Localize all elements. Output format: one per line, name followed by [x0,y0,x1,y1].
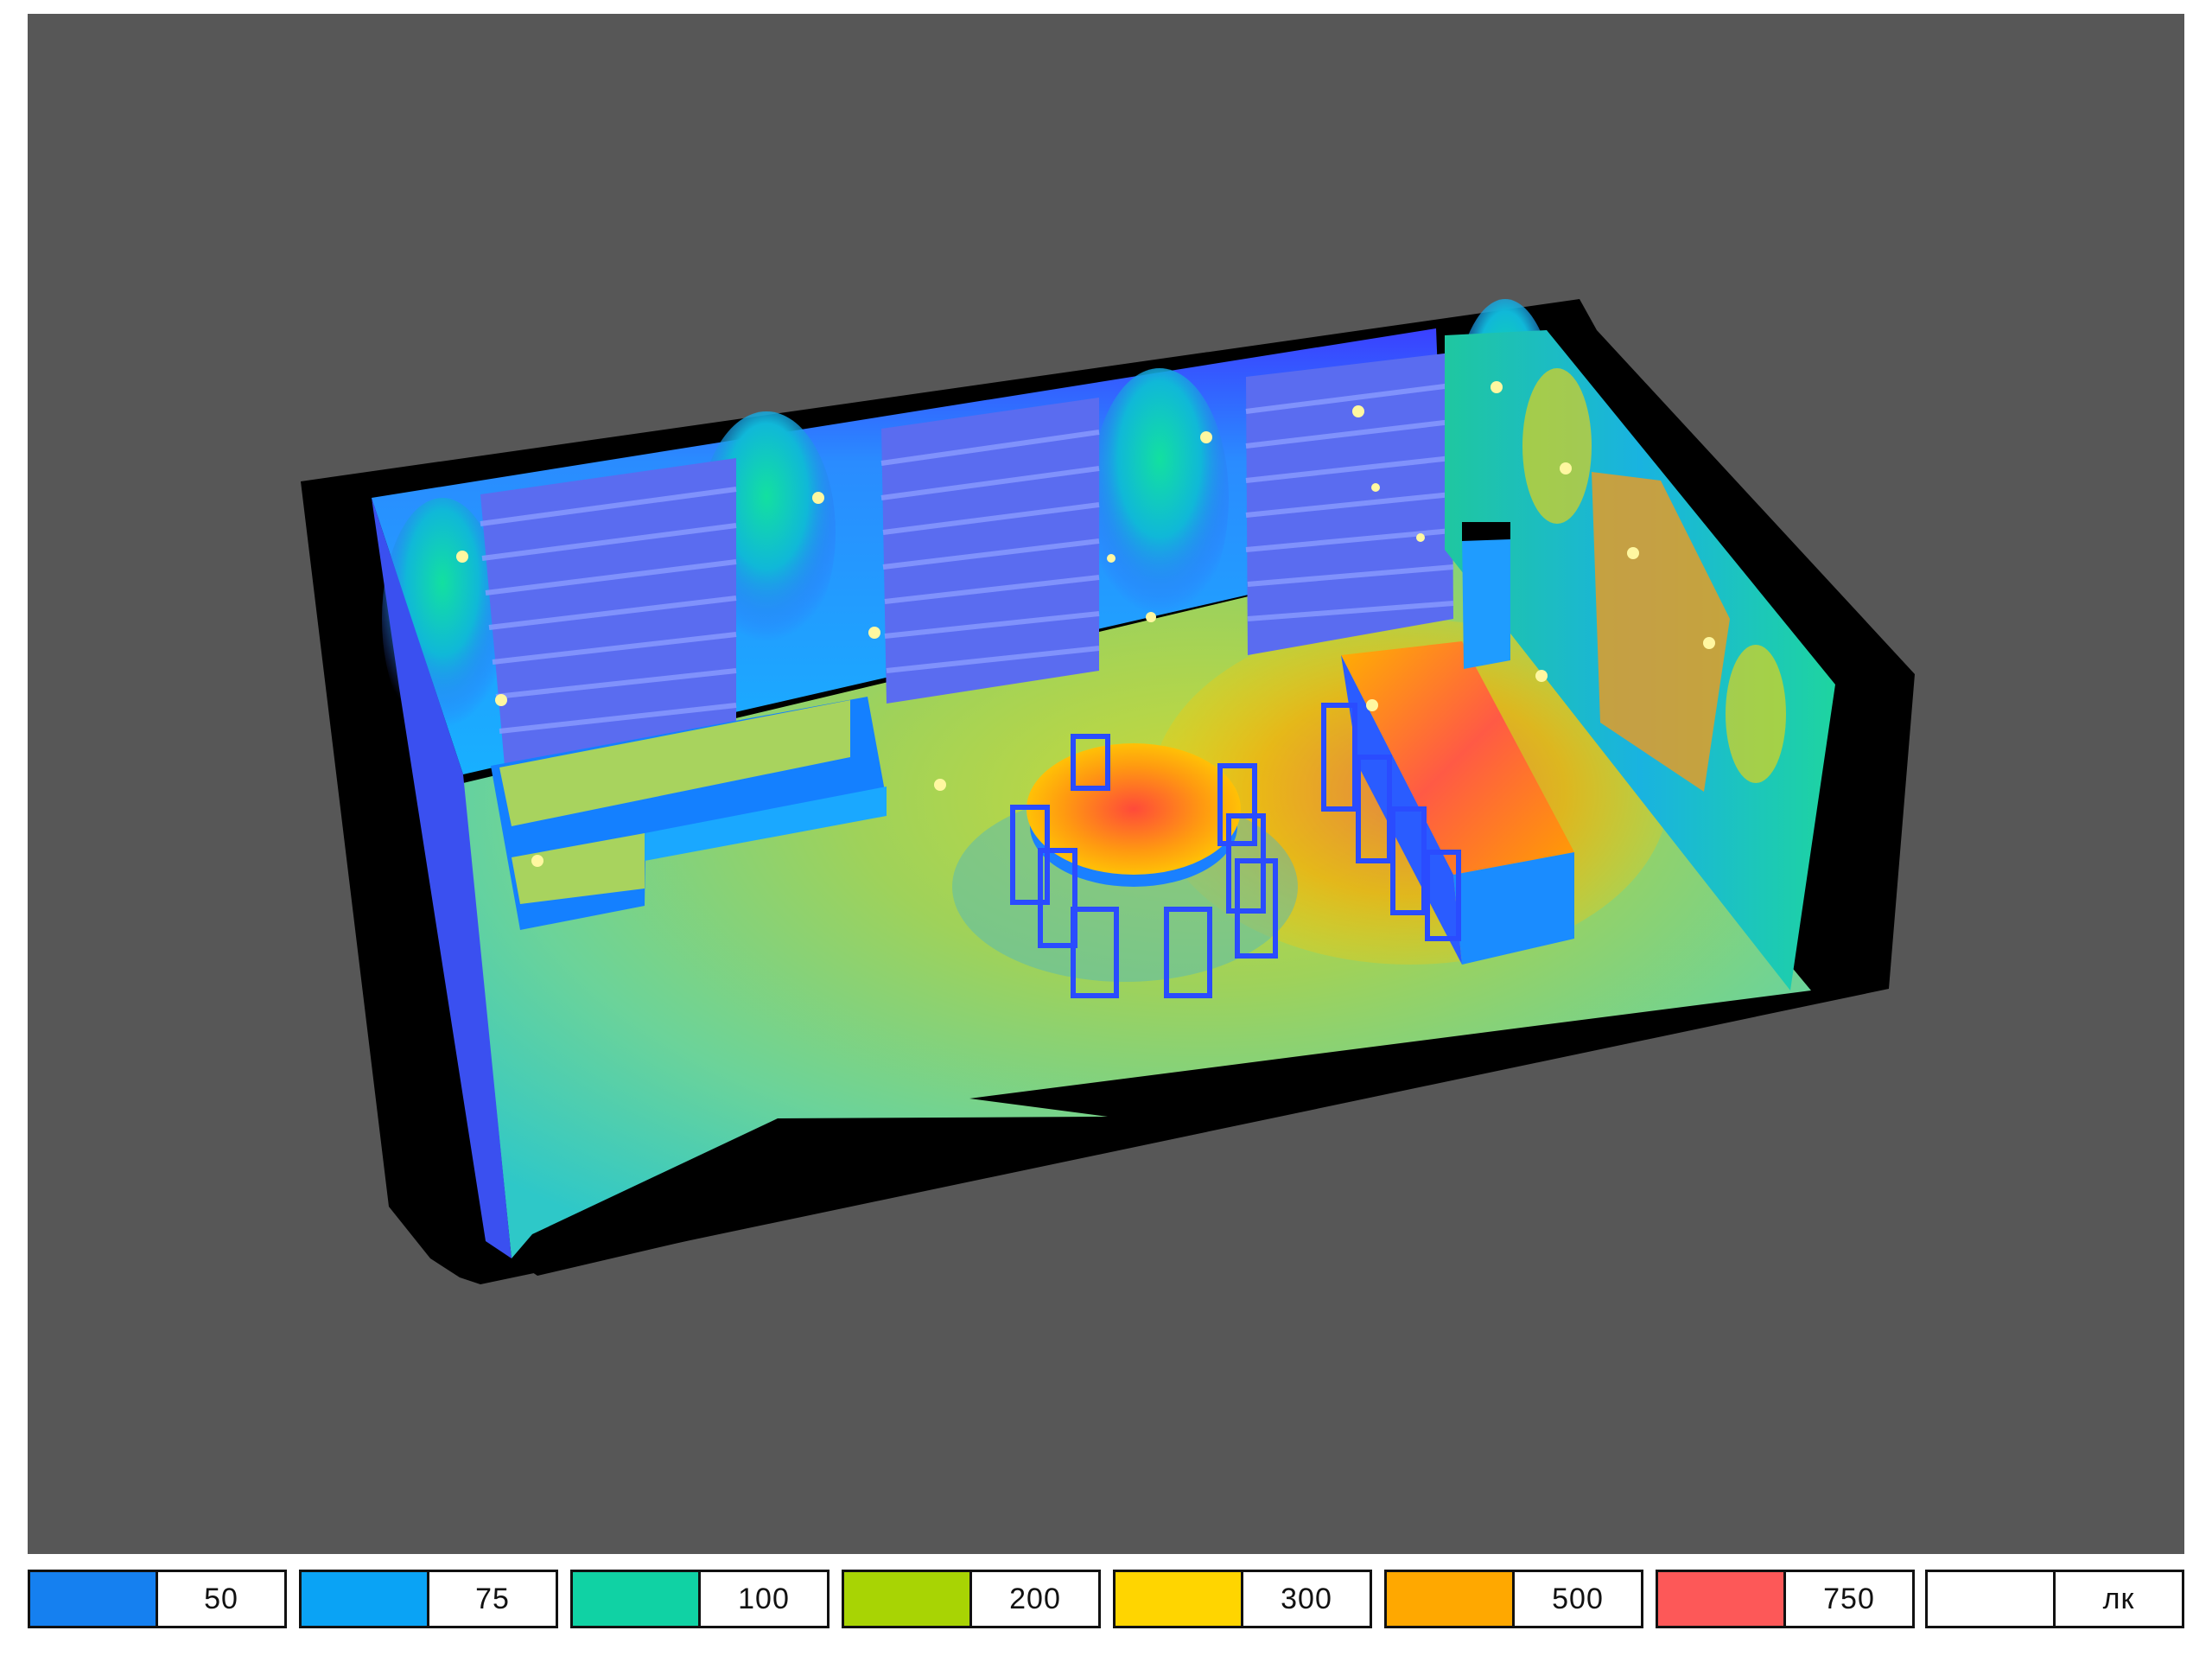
window-blinds-1 [480,458,737,766]
legend-swatch [1658,1572,1786,1626]
column [1462,522,1510,669]
legend-item-75: 75 [299,1570,558,1628]
legend-item-unit: лк [1925,1570,2184,1628]
window-blinds-3 [1245,353,1454,655]
legend-label: 750 [1823,1582,1875,1615]
legend-label: 75 [475,1582,510,1615]
illuminance-legend: 50 75 100 200 300 500 750 лк [28,1570,2184,1628]
legend-item-300: 300 [1113,1570,1372,1628]
legend-swatch [30,1572,158,1626]
illuminance-render [301,299,1915,1284]
legend-unit-label: лк [2102,1582,2135,1615]
legend-item-750: 750 [1656,1570,1915,1628]
legend-swatch [302,1572,429,1626]
legend-label: 50 [204,1582,238,1615]
legend-item-100: 100 [570,1570,830,1628]
legend-item-200: 200 [842,1570,1101,1628]
window-blinds-2 [880,398,1100,704]
render-viewport [28,14,2184,1554]
legend-label: 200 [1009,1582,1061,1615]
legend-swatch [1116,1572,1243,1626]
legend-item-500: 500 [1384,1570,1643,1628]
legend-swatch [1928,1572,2056,1626]
legend-label: 300 [1281,1582,1332,1615]
legend-item-50: 50 [28,1570,287,1628]
dining-table [1027,743,1241,887]
legend-swatch [844,1572,972,1626]
legend-swatch [573,1572,701,1626]
legend-label: 100 [738,1582,790,1615]
legend-swatch [1387,1572,1515,1626]
legend-label: 500 [1552,1582,1604,1615]
